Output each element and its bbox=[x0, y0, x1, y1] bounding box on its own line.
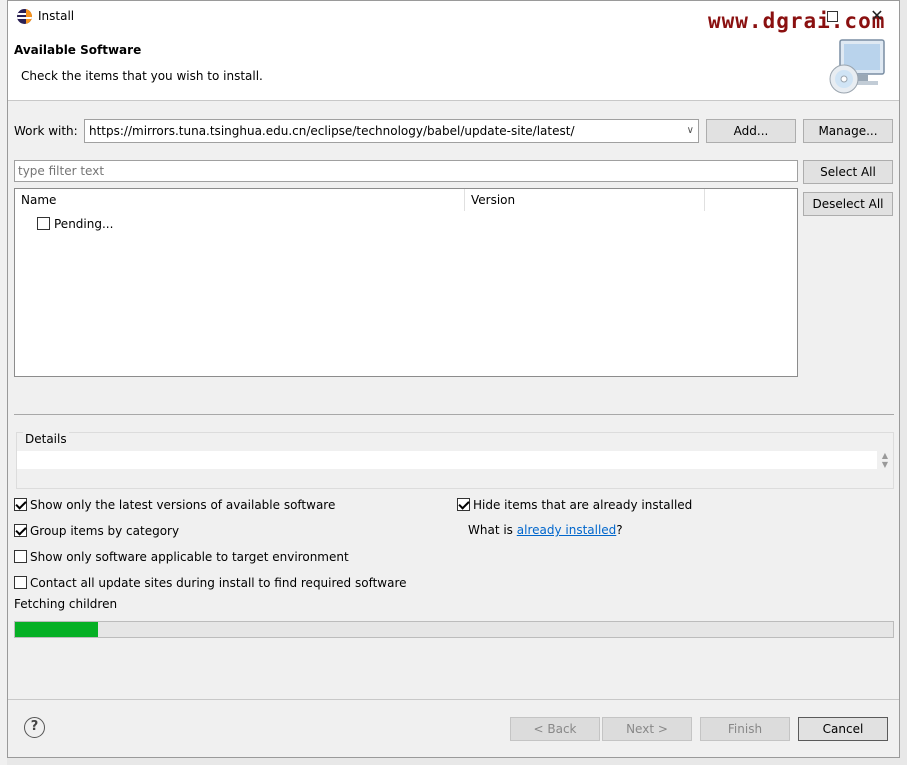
computer-cd-icon bbox=[829, 39, 885, 94]
tree-row-checkbox[interactable] bbox=[37, 217, 50, 230]
column-header-name[interactable]: Name bbox=[21, 193, 56, 207]
applicable-only-label: Show only software applicable to target … bbox=[30, 549, 349, 564]
work-with-value: https://mirrors.tuna.tsinghua.edu.cn/ecl… bbox=[89, 124, 575, 138]
eclipse-icon bbox=[17, 9, 32, 24]
chevron-down-icon[interactable]: ∨ bbox=[687, 125, 694, 136]
watermark-text: www.dgrai.com bbox=[708, 9, 886, 33]
already-installed-link[interactable]: already installed bbox=[517, 523, 617, 537]
details-textarea[interactable] bbox=[17, 451, 877, 469]
footer-divider bbox=[8, 699, 899, 700]
background-left-edge bbox=[0, 0, 7, 765]
help-icon[interactable]: ? bbox=[24, 717, 45, 738]
close-icon[interactable]: ✕ bbox=[868, 7, 886, 25]
cancel-button[interactable]: Cancel bbox=[798, 717, 888, 741]
hide-installed-option[interactable]: Hide items that are already installed bbox=[457, 497, 692, 512]
work-with-combo[interactable]: https://mirrors.tuna.tsinghua.edu.cn/ecl… bbox=[84, 119, 699, 143]
details-group: Details ▲ ▼ bbox=[16, 432, 894, 489]
contact-sites-checkbox[interactable] bbox=[14, 576, 27, 589]
group-by-category-label: Group items by category bbox=[30, 523, 180, 538]
back-button[interactable]: < Back bbox=[510, 717, 600, 741]
maximize-icon[interactable] bbox=[824, 7, 842, 25]
select-all-button[interactable]: Select All bbox=[803, 160, 893, 184]
add-button[interactable]: Add... bbox=[706, 119, 796, 143]
contact-sites-label: Contact all update sites during install … bbox=[30, 575, 407, 590]
hide-installed-label: Hide items that are already installed bbox=[473, 497, 693, 512]
status-text: Fetching children bbox=[14, 597, 118, 611]
tree-row-label: Pending... bbox=[54, 216, 114, 231]
work-with-label: Work with: bbox=[14, 124, 78, 138]
contact-sites-option[interactable]: Contact all update sites during install … bbox=[14, 575, 407, 590]
window-title: Install bbox=[38, 9, 75, 23]
column-header-version[interactable]: Version bbox=[471, 193, 515, 207]
header-banner: Available Software Check the items that … bbox=[8, 33, 899, 101]
hide-installed-checkbox[interactable] bbox=[457, 498, 470, 511]
what-is-suffix: ? bbox=[616, 523, 623, 537]
show-latest-option[interactable]: Show only the latest versions of availab… bbox=[14, 497, 335, 512]
filter-input[interactable] bbox=[14, 160, 798, 182]
what-is-prefix: What is bbox=[468, 523, 517, 537]
manage-button[interactable]: Manage... bbox=[803, 119, 893, 143]
group-by-category-checkbox[interactable] bbox=[14, 524, 27, 537]
title-bar: Install www.dgrai.com ✕ bbox=[8, 1, 899, 33]
show-latest-checkbox[interactable] bbox=[14, 498, 27, 511]
software-tree[interactable]: Name Version Pending... bbox=[14, 188, 798, 377]
next-button[interactable]: Next > bbox=[602, 717, 692, 741]
install-dialog: Install www.dgrai.com ✕ Available Softwa… bbox=[7, 0, 900, 758]
show-latest-label: Show only the latest versions of availab… bbox=[30, 497, 336, 512]
details-scrollbar[interactable]: ▲ ▼ bbox=[879, 451, 891, 469]
tree-header: Name Version bbox=[15, 189, 797, 211]
applicable-only-option[interactable]: Show only software applicable to target … bbox=[14, 549, 349, 564]
group-by-category-option[interactable]: Group items by category bbox=[14, 523, 179, 538]
column-divider[interactable] bbox=[464, 189, 465, 211]
what-is-installed-text: What is already installed? bbox=[468, 523, 623, 537]
finish-button[interactable]: Finish bbox=[700, 717, 790, 741]
column-divider[interactable] bbox=[704, 189, 705, 211]
progress-fill bbox=[15, 622, 99, 637]
divider bbox=[14, 414, 894, 415]
tree-row[interactable]: Pending... bbox=[37, 216, 113, 231]
applicable-only-checkbox[interactable] bbox=[14, 550, 27, 563]
page-title: Available Software bbox=[14, 43, 142, 57]
progress-bar bbox=[14, 621, 894, 638]
page-subtitle: Check the items that you wish to install… bbox=[21, 69, 263, 83]
deselect-all-button[interactable]: Deselect All bbox=[803, 192, 893, 216]
details-label: Details bbox=[23, 432, 69, 446]
